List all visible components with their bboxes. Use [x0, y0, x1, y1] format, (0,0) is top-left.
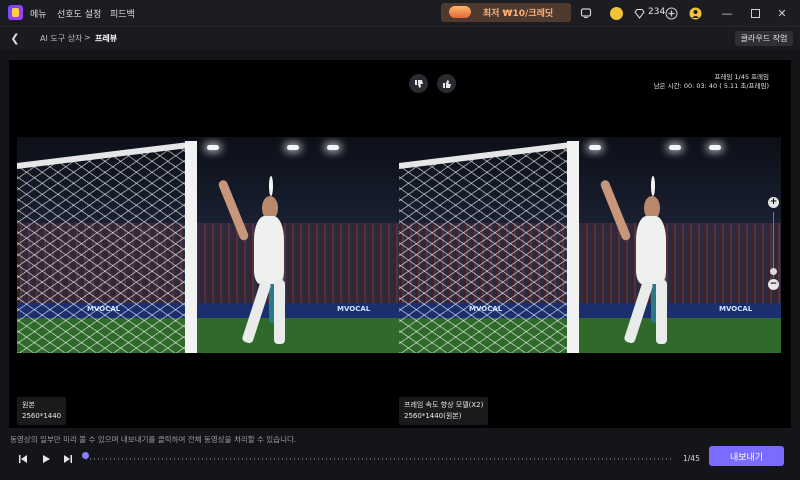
credits-count: 234: [648, 7, 666, 17]
promo-text: 최저 ₩10/크레딧: [482, 9, 554, 19]
zoom-slider-knob[interactable]: [770, 268, 777, 275]
original-title: 원본: [22, 401, 35, 409]
cloud-task-button[interactable]: 클라우드 작업: [735, 31, 793, 46]
play-icon[interactable]: [39, 452, 53, 466]
breadcrumb-bar: ❮ AI 도구 상자 > 프레뷰 클라우드 작업: [0, 26, 800, 50]
back-arrow-icon[interactable]: ❮: [8, 31, 22, 45]
title-bar: 메뉴 선호도 설정 피드백 최저 ₩10/크레딧 234 — ✕: [0, 0, 800, 26]
promo-banner[interactable]: 최저 ₩10/크레딧: [441, 3, 571, 22]
app-logo-icon: [8, 5, 23, 20]
menu-item-menu[interactable]: 메뉴: [30, 7, 47, 20]
zoom-out-icon[interactable]: −: [768, 279, 779, 290]
breadcrumb-ai-toolbox[interactable]: AI 도구 상자: [40, 33, 82, 44]
original-resolution: 2560*1440: [22, 412, 62, 420]
export-button[interactable]: 내보내기: [709, 446, 784, 466]
next-frame-icon[interactable]: [61, 452, 75, 466]
remaining-time-text: 남은 시간: 00: 03: 40 ( 5.11 초/프레임): [653, 82, 769, 90]
frame-counter: 1/45: [683, 454, 700, 463]
timeline-playhead[interactable]: [82, 452, 89, 459]
maximize-button[interactable]: [746, 4, 764, 22]
zoom-in-icon[interactable]: +: [768, 197, 779, 208]
enhanced-resolution: 2560*1440(원본): [404, 412, 462, 420]
enhanced-label: 프레임 속도 향상 모델(X2) 2560*1440(원본): [399, 397, 489, 425]
preview-notice: 동영상의 일부만 미리 볼 수 있으며 내보내기를 클릭하여 전체 동영상을 처…: [10, 435, 297, 444]
account-icon[interactable]: [688, 6, 702, 20]
frame-progress-text: 프레임 1/45 프레임: [714, 73, 769, 81]
menu-item-preferences[interactable]: 선호도 설정: [57, 7, 101, 20]
ad-board-text: MVOCAL: [719, 305, 753, 314]
coin-icon[interactable]: [609, 6, 623, 20]
original-label: 원본 2560*1440: [17, 397, 67, 425]
previous-frame-icon[interactable]: [16, 452, 30, 466]
model-title: 프레임 속도 향상 모델(X2): [404, 401, 484, 409]
gift-icon: [449, 6, 471, 18]
breadcrumb-current: 프레뷰: [95, 34, 118, 43]
menu-item-feedback[interactable]: 피드백: [110, 7, 135, 20]
screen-record-icon[interactable]: [579, 6, 593, 20]
ad-board-text: MVOCAL: [337, 305, 371, 314]
original-video-pane[interactable]: MVOCAL MVOCAL: [17, 137, 399, 353]
breadcrumb-separator: >: [84, 33, 91, 42]
diamond-icon: [632, 6, 646, 20]
add-credits-icon[interactable]: [664, 6, 678, 20]
frame-info: 프레임 1/45 프레임 남은 시간: 00: 03: 40 ( 5.11 초/…: [654, 73, 769, 91]
preview-area: 프레임 1/45 프레임 남은 시간: 00: 03: 40 ( 5.11 초/…: [9, 60, 791, 428]
thumbs-up-icon[interactable]: [437, 74, 456, 93]
timeline-track[interactable]: [86, 458, 672, 460]
thumbs-down-icon[interactable]: [409, 74, 428, 93]
minimize-button[interactable]: —: [718, 4, 736, 22]
enhanced-video-pane[interactable]: MVOCAL MVOCAL: [399, 137, 781, 353]
close-button[interactable]: ✕: [773, 4, 791, 22]
